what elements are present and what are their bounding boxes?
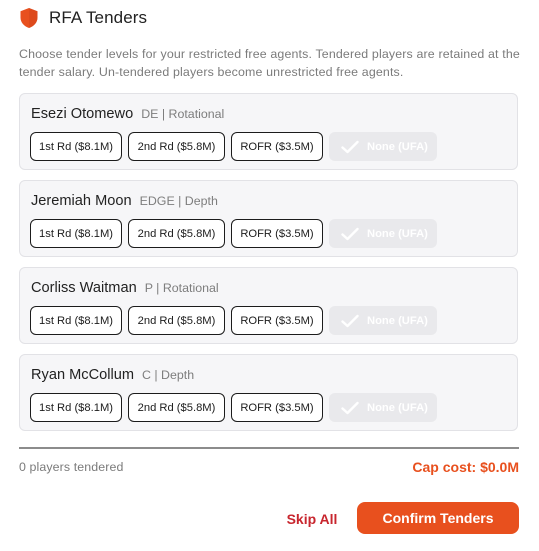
player-name: Esezi Otomewo: [31, 106, 134, 122]
player-position-role: EDGE | Depth: [139, 194, 218, 208]
tender-1st-round-button[interactable]: 1st Rd ($8.1M): [30, 306, 122, 335]
player-header: Ryan McCollum C | Depth: [31, 367, 194, 383]
skip-all-button[interactable]: Skip All: [276, 505, 348, 533]
tender-none-label: None (UFA): [367, 140, 428, 153]
confirm-tenders-button[interactable]: Confirm Tenders: [357, 502, 519, 534]
check-icon: [341, 314, 359, 327]
tender-1st-round-button[interactable]: 1st Rd ($8.1M): [30, 132, 122, 161]
tender-none-button[interactable]: None (UFA): [329, 219, 437, 248]
tender-rofr-button[interactable]: ROFR ($3.5M): [231, 219, 323, 248]
player-position-role: P | Rotational: [144, 281, 219, 295]
player-name: Ryan McCollum: [31, 367, 134, 383]
player-name: Corliss Waitman: [31, 280, 137, 296]
tender-options: 1st Rd ($8.1M) 2nd Rd ($5.8M) ROFR ($3.5…: [30, 219, 437, 248]
tender-none-button[interactable]: None (UFA): [329, 132, 437, 161]
player-position-role: DE | Rotational: [141, 107, 225, 121]
tender-none-label: None (UFA): [367, 401, 428, 414]
rfa-tenders-modal: RFA Tenders Choose tender levels for you…: [0, 0, 539, 551]
tender-options: 1st Rd ($8.1M) 2nd Rd ($5.8M) ROFR ($3.5…: [30, 393, 437, 422]
check-icon: [341, 227, 359, 240]
player-position-role: C | Depth: [142, 368, 195, 382]
tender-2nd-round-button[interactable]: 2nd Rd ($5.8M): [128, 219, 225, 248]
player-name: Jeremiah Moon: [31, 193, 132, 209]
tender-options: 1st Rd ($8.1M) 2nd Rd ($5.8M) ROFR ($3.5…: [30, 306, 437, 335]
tender-1st-round-button[interactable]: 1st Rd ($8.1M): [30, 393, 122, 422]
tender-1st-round-button[interactable]: 1st Rd ($8.1M): [30, 219, 122, 248]
player-card: Ryan McCollum C | Depth 1st Rd ($8.1M) 2…: [19, 354, 518, 431]
tender-rofr-button[interactable]: ROFR ($3.5M): [231, 393, 323, 422]
player-card: Esezi Otomewo DE | Rotational 1st Rd ($8…: [19, 93, 518, 170]
tender-2nd-round-button[interactable]: 2nd Rd ($5.8M): [128, 132, 225, 161]
player-header: Esezi Otomewo DE | Rotational: [31, 106, 224, 122]
modal-description: Choose tender levels for your restricted…: [19, 47, 520, 79]
player-card: Jeremiah Moon EDGE | Depth 1st Rd ($8.1M…: [19, 180, 518, 257]
shield-icon: [20, 8, 38, 28]
cap-cost: Cap cost: $0.0M: [412, 459, 519, 475]
modal-header: RFA Tenders: [19, 7, 147, 29]
tender-rofr-button[interactable]: ROFR ($3.5M): [231, 132, 323, 161]
player-header: Jeremiah Moon EDGE | Depth: [31, 193, 218, 209]
tender-2nd-round-button[interactable]: 2nd Rd ($5.8M): [128, 393, 225, 422]
check-icon: [341, 140, 359, 153]
tender-rofr-button[interactable]: ROFR ($3.5M): [231, 306, 323, 335]
tender-2nd-round-button[interactable]: 2nd Rd ($5.8M): [128, 306, 225, 335]
tendered-count: 0 players tendered: [19, 460, 124, 474]
player-card: Corliss Waitman P | Rotational 1st Rd ($…: [19, 267, 518, 344]
tender-options: 1st Rd ($8.1M) 2nd Rd ($5.8M) ROFR ($3.5…: [30, 132, 437, 161]
tender-none-label: None (UFA): [367, 314, 428, 327]
tender-none-button[interactable]: None (UFA): [329, 306, 437, 335]
footer-divider: [19, 447, 519, 449]
tender-none-label: None (UFA): [367, 227, 428, 240]
tender-none-button[interactable]: None (UFA): [329, 393, 437, 422]
player-header: Corliss Waitman P | Rotational: [31, 280, 219, 296]
check-icon: [341, 401, 359, 414]
modal-title: RFA Tenders: [49, 8, 148, 27]
